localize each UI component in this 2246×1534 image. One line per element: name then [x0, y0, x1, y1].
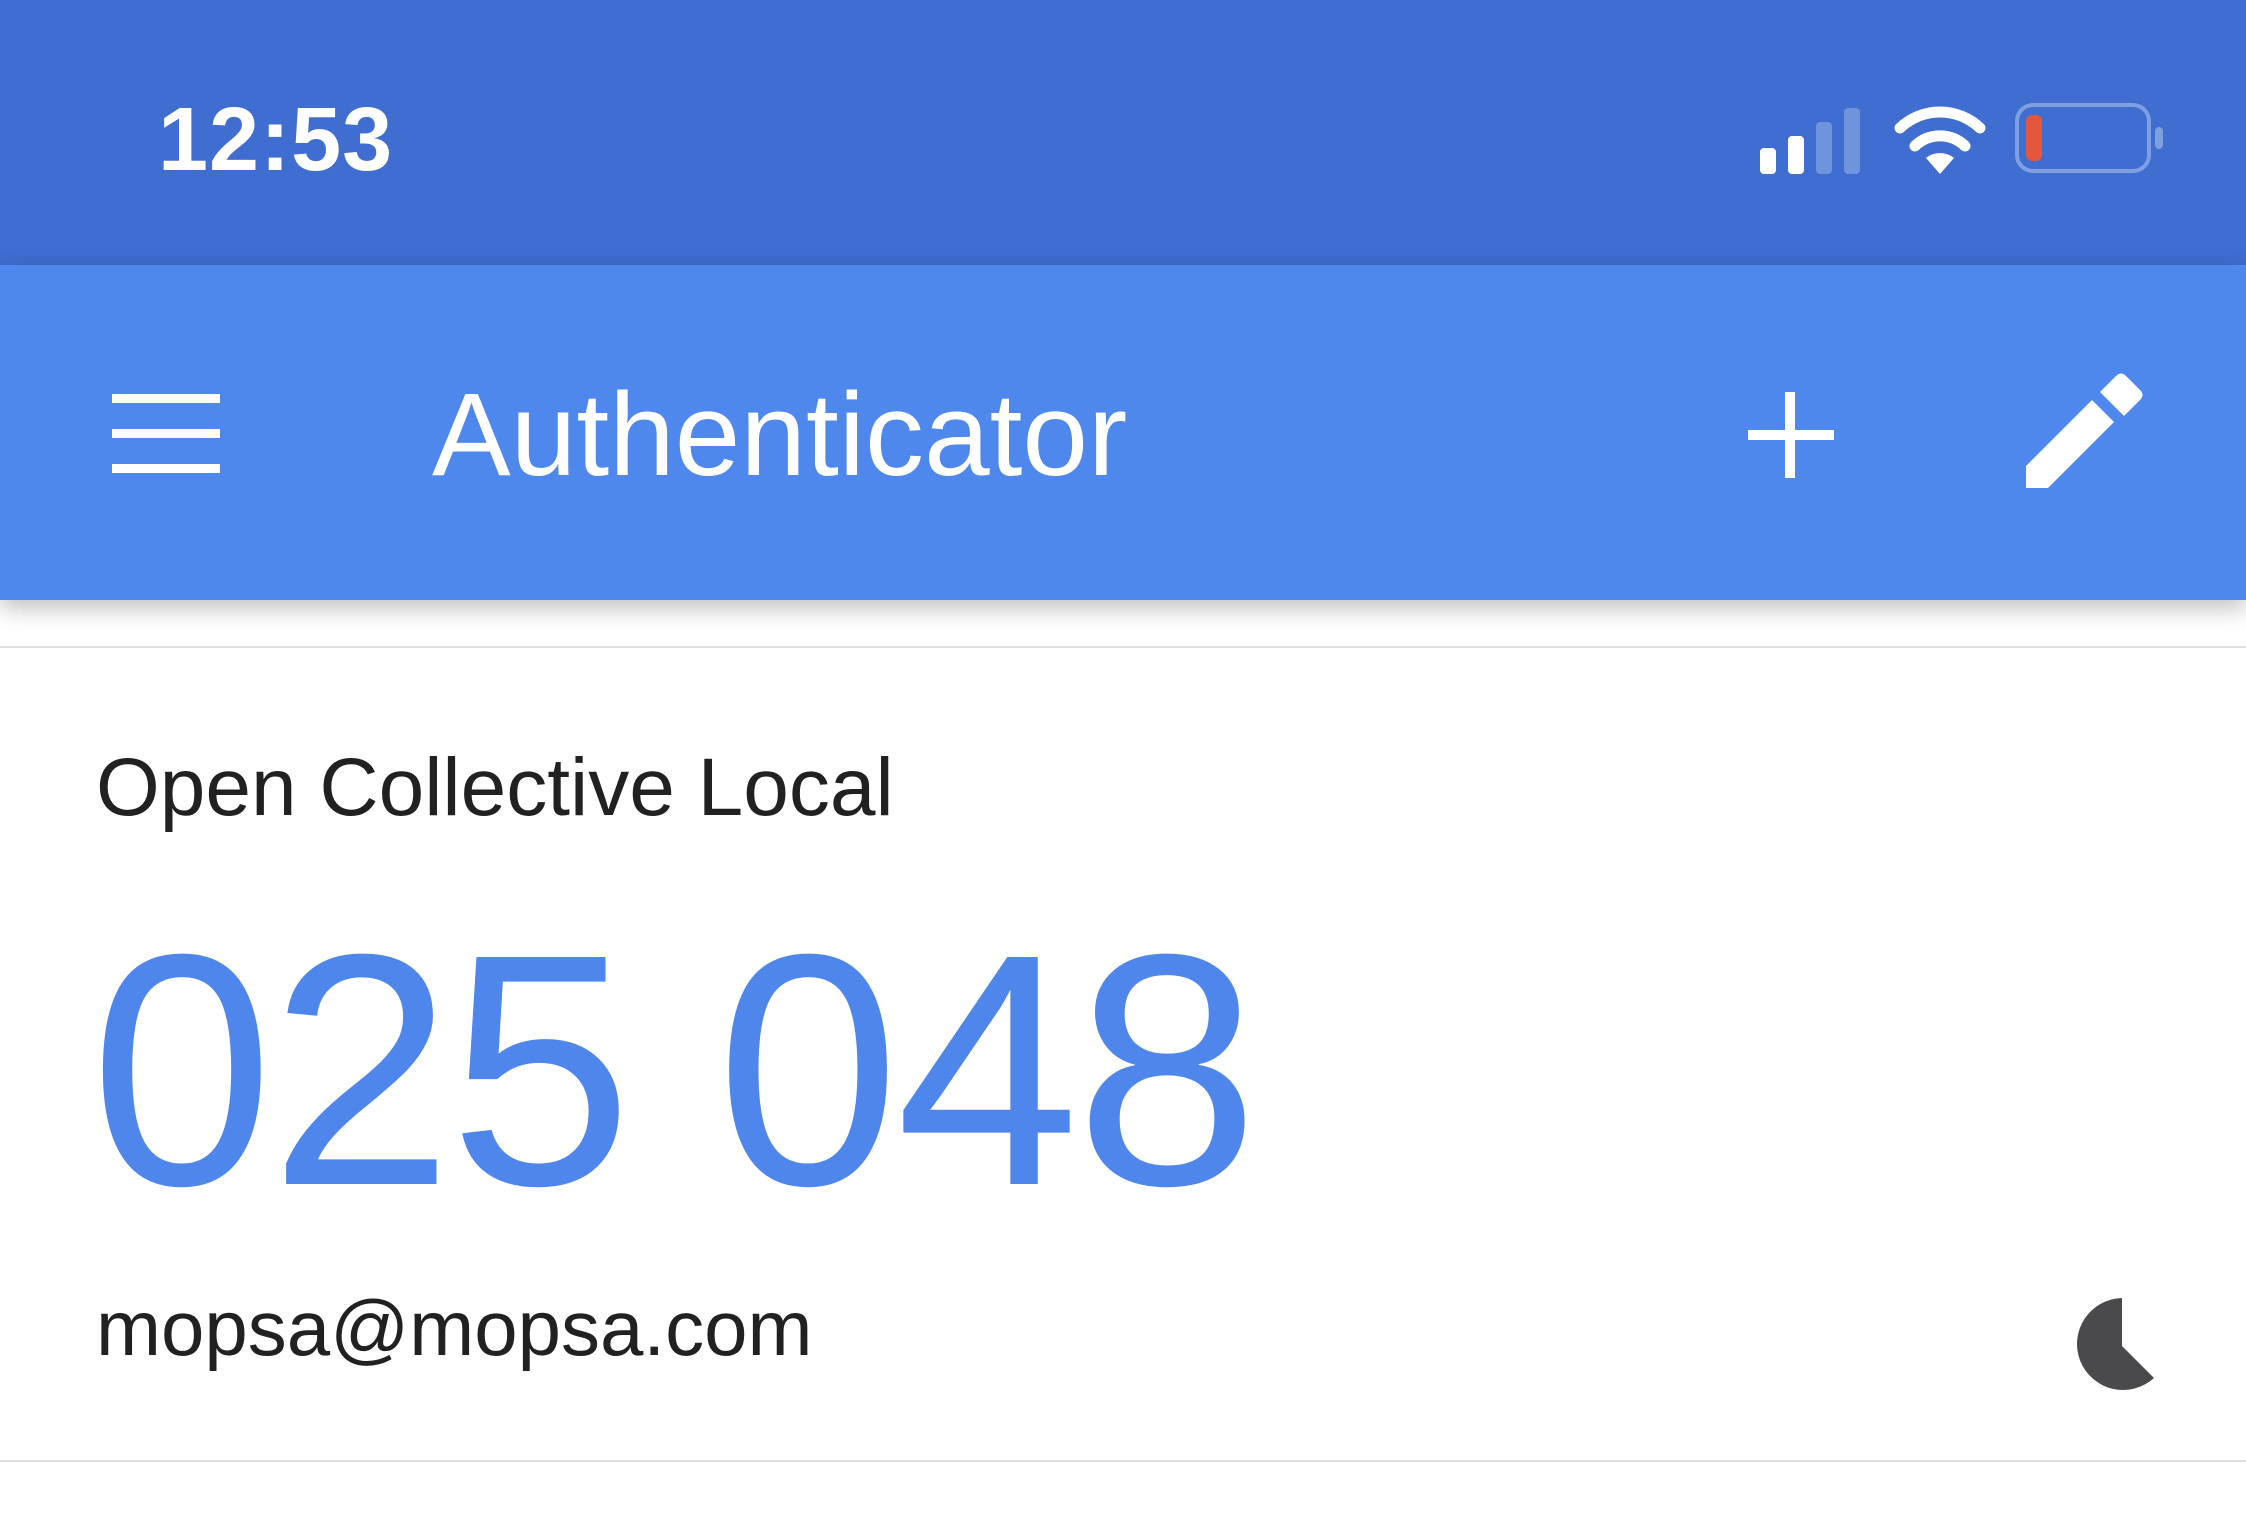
account-issuer: Open Collective Local	[96, 742, 894, 833]
status-time: 12:53	[158, 90, 394, 190]
plus-icon[interactable]	[1716, 360, 1866, 510]
pencil-icon[interactable]	[2006, 360, 2156, 510]
wifi-icon	[1894, 106, 1986, 174]
battery-icon	[2015, 103, 2163, 173]
list-divider	[0, 1460, 2246, 1462]
authenticator-screen: 12:53 Authenticator Open Collective Loca…	[0, 0, 2246, 1534]
hamburger-menu-icon[interactable]	[88, 358, 238, 508]
countdown-timer-icon	[2077, 1298, 2154, 1390]
account-email: mopsa@mopsa.com	[96, 1284, 813, 1372]
otp-code[interactable]: 025 048	[90, 900, 1259, 1240]
signal-icon	[1760, 108, 1860, 174]
battery-level	[2026, 115, 2042, 161]
status-bar: 12:53	[0, 0, 2246, 265]
app-title: Authenticator	[432, 369, 1128, 501]
